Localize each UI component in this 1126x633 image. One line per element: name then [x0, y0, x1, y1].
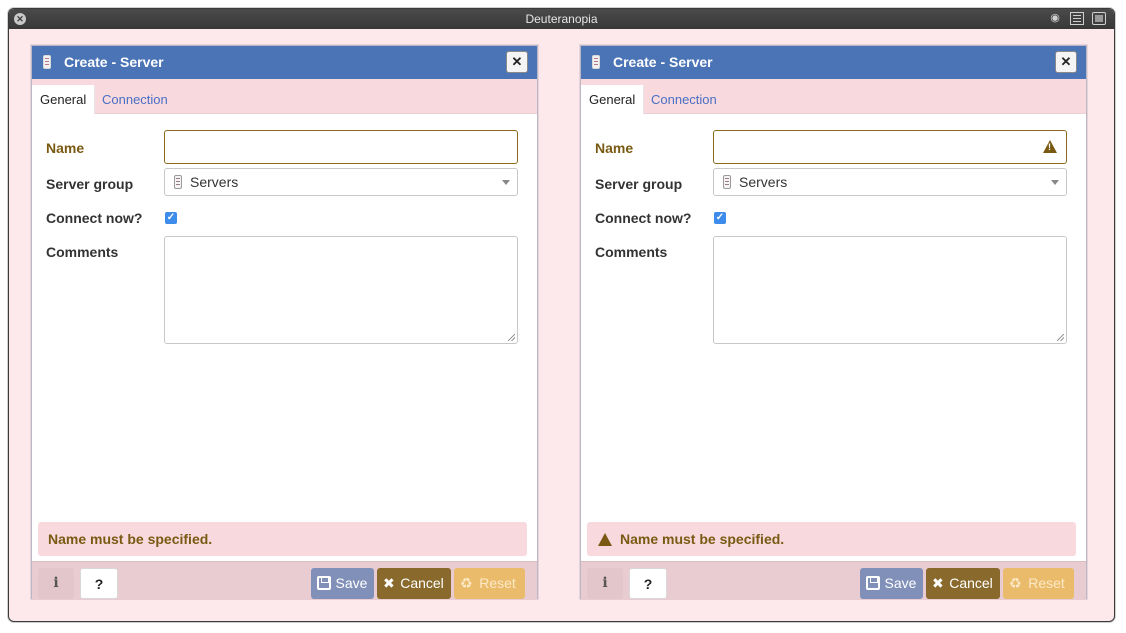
- list-icon[interactable]: [1070, 12, 1084, 25]
- comments-label: Comments: [595, 244, 668, 260]
- server-group-label: Server group: [46, 176, 134, 192]
- window-close-icon[interactable]: ✕: [14, 13, 26, 25]
- comments-label: Comments: [46, 244, 119, 260]
- create-server-dialog: Create - Server ✕ General Connection Nam…: [31, 45, 538, 600]
- server-group-select[interactable]: Servers: [713, 168, 1067, 196]
- dialog-close-button[interactable]: ✕: [506, 51, 528, 73]
- recycle-icon: ♻: [1009, 575, 1022, 591]
- help-button[interactable]: ?: [80, 568, 118, 599]
- comments-textarea[interactable]: [713, 236, 1067, 344]
- info-button[interactable]: i: [38, 568, 74, 599]
- cancel-label: Cancel: [949, 575, 993, 591]
- dialog-footer: i ? Save ✖ Cancel ♻ Reset: [32, 561, 537, 600]
- connect-now-label: Connect now?: [595, 210, 692, 226]
- error-message: Name must be specified.: [620, 531, 785, 547]
- server-icon: [592, 55, 600, 69]
- error-message: Name must be specified.: [48, 531, 213, 547]
- save-icon: [317, 576, 331, 590]
- info-button[interactable]: i: [587, 568, 623, 599]
- tab-bar: General Connection: [32, 79, 537, 114]
- window-mode-icon[interactable]: [1092, 12, 1106, 25]
- connect-now-label: Connect now?: [46, 210, 143, 226]
- save-label: Save: [884, 575, 917, 591]
- server-group-icon: [174, 175, 182, 189]
- create-server-dialog: Create - Server ✕ General Connection Nam…: [580, 45, 1087, 600]
- resize-grip-icon[interactable]: [508, 334, 515, 341]
- help-button[interactable]: ?: [629, 568, 667, 599]
- connect-now-checkbox[interactable]: ✓: [165, 212, 177, 224]
- reset-button[interactable]: ♻ Reset: [454, 568, 525, 599]
- chevron-down-icon: [1051, 180, 1059, 185]
- name-input[interactable]: [713, 130, 1067, 164]
- error-alert: Name must be specified.: [587, 522, 1076, 569]
- cancel-label: Cancel: [400, 575, 444, 591]
- reset-label: Reset: [1028, 575, 1065, 591]
- dialog-header[interactable]: Create - Server ✕: [32, 46, 537, 79]
- tab-connection[interactable]: Connection: [94, 85, 176, 114]
- dialog-footer: i ? Save ✖ Cancel ♻ Reset: [581, 561, 1086, 600]
- dialog-header[interactable]: Create - Server ✕: [581, 46, 1086, 79]
- window-titlebar: ✕ Deuteranopia ◉: [9, 9, 1114, 29]
- name-label: Name: [46, 140, 85, 156]
- recycle-icon: ♻: [460, 575, 473, 591]
- reset-label: Reset: [479, 575, 516, 591]
- chevron-down-icon: [502, 180, 510, 185]
- tab-connection[interactable]: Connection: [643, 85, 725, 114]
- tab-bar: General Connection: [581, 79, 1086, 114]
- dialog-close-button[interactable]: ✕: [1055, 51, 1077, 73]
- server-group-label: Server group: [595, 176, 683, 192]
- save-icon: [866, 576, 880, 590]
- name-label: Name: [595, 140, 634, 156]
- warning-icon: [1043, 140, 1057, 153]
- tab-general[interactable]: General: [581, 85, 645, 114]
- titlebar-controls: ◉: [1048, 12, 1106, 25]
- cancel-button[interactable]: ✖ Cancel: [377, 568, 451, 599]
- window-title: Deuteranopia: [525, 12, 598, 26]
- server-group-value: Servers: [739, 174, 788, 190]
- server-group-icon: [723, 175, 731, 189]
- cancel-button[interactable]: ✖ Cancel: [926, 568, 1000, 599]
- dialog-title: Create - Server: [64, 54, 164, 70]
- save-button[interactable]: Save: [860, 568, 923, 599]
- resize-grip-icon[interactable]: [1057, 334, 1064, 341]
- tab-general[interactable]: General: [32, 85, 96, 114]
- server-group-value: Servers: [190, 174, 239, 190]
- cancel-icon: ✖: [932, 575, 944, 591]
- connect-now-checkbox[interactable]: ✓: [714, 212, 726, 224]
- save-label: Save: [335, 575, 368, 591]
- warning-icon: [598, 533, 612, 569]
- save-button[interactable]: Save: [311, 568, 374, 599]
- dialog-title: Create - Server: [613, 54, 713, 70]
- comments-textarea[interactable]: [164, 236, 518, 344]
- eye-icon[interactable]: ◉: [1048, 12, 1062, 25]
- reset-button[interactable]: ♻ Reset: [1003, 568, 1074, 599]
- cancel-icon: ✖: [383, 575, 395, 591]
- error-alert: Name must be specified.: [38, 522, 527, 556]
- app-window: ✕ Deuteranopia ◉ Create - Server ✕ Gener…: [8, 8, 1115, 622]
- server-icon: [43, 55, 51, 69]
- server-group-select[interactable]: Servers: [164, 168, 518, 196]
- name-input[interactable]: [164, 130, 518, 164]
